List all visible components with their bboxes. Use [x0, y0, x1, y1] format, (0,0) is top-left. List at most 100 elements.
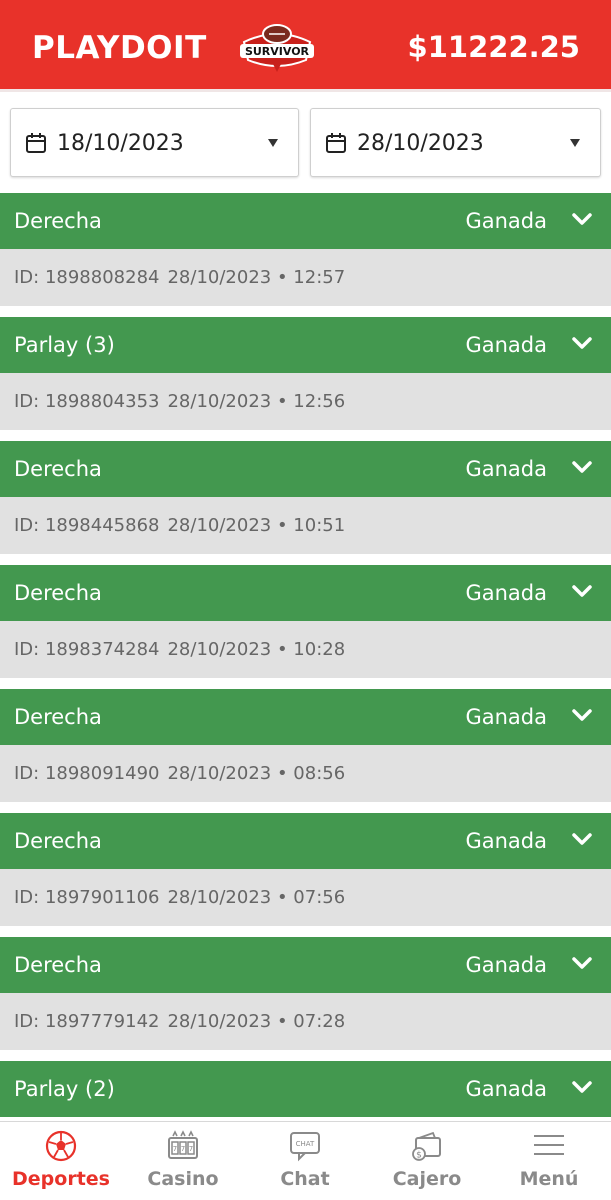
- svg-text:7: 7: [181, 1145, 185, 1153]
- bet-details: ID: 1898091490 28/10/2023 • 08:56: [0, 745, 611, 802]
- nav-cajero[interactable]: $ Cajero: [366, 1122, 488, 1200]
- bottom-nav: Deportes 7 7 7 Casino CHAT Chat $ Cajero: [0, 1121, 611, 1200]
- chat-icon-text: CHAT: [296, 1140, 315, 1148]
- bet-date: 28/10/2023: [167, 391, 272, 412]
- bet-date: 28/10/2023: [167, 515, 272, 536]
- bet-status: Ganada: [465, 1077, 547, 1101]
- bet-item: Derecha Ganada ID: 1898808284 28/10/2023…: [0, 193, 611, 317]
- chat-bubble-icon: CHAT: [290, 1132, 320, 1162]
- nav-deportes[interactable]: Deportes: [0, 1122, 122, 1200]
- chevron-down-icon[interactable]: [571, 336, 593, 352]
- bet-id: ID: 1897779142: [14, 1011, 160, 1032]
- bet-type: Derecha: [14, 457, 102, 481]
- bet-header[interactable]: Derecha Ganada: [0, 193, 611, 249]
- bet-time: 12:57: [293, 267, 346, 288]
- bet-date: 28/10/2023: [167, 1011, 272, 1032]
- bet-history-list: Derecha Ganada ID: 1898808284 28/10/2023…: [0, 193, 611, 1185]
- survivor-logo[interactable]: SURVIVOR: [236, 20, 318, 76]
- bet-type: Derecha: [14, 829, 102, 853]
- chevron-down-icon[interactable]: [571, 832, 593, 848]
- brand-logo[interactable]: PLAYDOIT: [32, 30, 207, 66]
- bet-header[interactable]: Derecha Ganada: [0, 689, 611, 745]
- chevron-down-icon[interactable]: [571, 584, 593, 600]
- bet-header[interactable]: Parlay (2) Ganada: [0, 1061, 611, 1117]
- bet-details: ID: 1898445868 28/10/2023 • 10:51: [0, 497, 611, 554]
- end-date-value: 28/10/2023: [357, 131, 484, 156]
- svg-text:7: 7: [189, 1145, 193, 1153]
- bet-id: ID: 1898091490: [14, 763, 160, 784]
- bet-date: 28/10/2023: [167, 763, 272, 784]
- bet-details: ID: 1897779142 28/10/2023 • 07:28: [0, 993, 611, 1050]
- bet-item: Derecha Ganada ID: 1898091490 28/10/2023…: [0, 689, 611, 813]
- account-balance: $11222.25: [407, 30, 580, 64]
- bet-status: Ganada: [465, 705, 547, 729]
- chevron-down-icon[interactable]: [571, 460, 593, 476]
- nav-label: Cajero: [392, 1168, 462, 1190]
- nav-label: Deportes: [12, 1168, 110, 1190]
- start-date-value: 18/10/2023: [57, 131, 184, 156]
- bet-type: Parlay (2): [14, 1077, 115, 1101]
- svg-text:$: $: [416, 1151, 422, 1161]
- bet-item: Derecha Ganada ID: 1898374284 28/10/2023…: [0, 565, 611, 689]
- bet-id: ID: 1898804353: [14, 391, 160, 412]
- nav-casino[interactable]: 7 7 7 Casino: [122, 1122, 244, 1200]
- bet-time: 10:51: [293, 515, 346, 536]
- bet-id: ID: 1898374284: [14, 639, 160, 660]
- hamburger-menu-icon: [534, 1135, 564, 1155]
- bet-date: 28/10/2023: [167, 639, 272, 660]
- chevron-down-icon[interactable]: [571, 1080, 593, 1096]
- bet-status: Ganada: [465, 209, 547, 233]
- bet-header[interactable]: Derecha Ganada: [0, 441, 611, 497]
- nav-menu[interactable]: Menú: [488, 1122, 610, 1200]
- nav-label: Casino: [147, 1168, 219, 1190]
- bet-status: Ganada: [465, 581, 547, 605]
- bet-header[interactable]: Parlay (3) Ganada: [0, 317, 611, 373]
- nav-label: Menú: [519, 1168, 579, 1190]
- bet-id: ID: 1898808284: [14, 267, 160, 288]
- bet-date: 28/10/2023: [167, 267, 272, 288]
- start-date-picker[interactable]: 18/10/2023: [10, 108, 299, 177]
- slot-machine-icon: 7 7 7: [168, 1130, 198, 1159]
- chevron-down-icon[interactable]: [571, 956, 593, 972]
- bet-header[interactable]: Derecha Ganada: [0, 813, 611, 869]
- bet-item: Derecha Ganada ID: 1897779142 28/10/2023…: [0, 937, 611, 1061]
- bet-time: 08:56: [293, 763, 346, 784]
- soccer-ball-icon: [45, 1130, 77, 1162]
- bet-status: Ganada: [465, 953, 547, 977]
- bet-details: ID: 1898374284 28/10/2023 • 10:28: [0, 621, 611, 678]
- bet-details: ID: 1898808284 28/10/2023 • 12:57: [0, 249, 611, 306]
- bet-details: ID: 1897901106 28/10/2023 • 07:56: [0, 869, 611, 926]
- date-filter-bar: 18/10/2023 28/10/2023: [0, 92, 611, 193]
- chevron-down-icon[interactable]: [571, 708, 593, 724]
- bet-item: Parlay (3) Ganada ID: 1898804353 28/10/2…: [0, 317, 611, 441]
- bet-status: Ganada: [465, 333, 547, 357]
- bet-type: Derecha: [14, 705, 102, 729]
- bet-header[interactable]: Derecha Ganada: [0, 565, 611, 621]
- wallet-icon: $: [412, 1131, 441, 1161]
- end-date-picker[interactable]: 28/10/2023: [310, 108, 601, 177]
- nav-chat[interactable]: CHAT Chat: [244, 1122, 366, 1200]
- bet-id: ID: 1897901106: [14, 887, 160, 908]
- chevron-down-icon[interactable]: [571, 212, 593, 228]
- bet-time: 10:28: [293, 639, 346, 660]
- bet-type: Derecha: [14, 953, 102, 977]
- bet-type: Derecha: [14, 581, 102, 605]
- bet-status: Ganada: [465, 457, 547, 481]
- bet-time: 07:28: [293, 1011, 346, 1032]
- bet-item: Derecha Ganada ID: 1898445868 28/10/2023…: [0, 441, 611, 565]
- nav-label: Chat: [280, 1168, 330, 1190]
- bet-time: 07:56: [293, 887, 346, 908]
- bet-details: ID: 1898804353 28/10/2023 • 12:56: [0, 373, 611, 430]
- bet-type: Parlay (3): [14, 333, 115, 357]
- svg-text:7: 7: [173, 1145, 177, 1153]
- survivor-logo-text: SURVIVOR: [245, 45, 310, 58]
- bet-item: Derecha Ganada ID: 1897901106 28/10/2023…: [0, 813, 611, 937]
- caret-down-icon: [570, 139, 580, 147]
- bet-time: 12:56: [293, 391, 346, 412]
- caret-down-icon: [268, 139, 278, 147]
- bet-id: ID: 1898445868: [14, 515, 160, 536]
- bet-header[interactable]: Derecha Ganada: [0, 937, 611, 993]
- calendar-icon: [26, 133, 46, 153]
- bet-date: 28/10/2023: [167, 887, 272, 908]
- bet-status: Ganada: [465, 829, 547, 853]
